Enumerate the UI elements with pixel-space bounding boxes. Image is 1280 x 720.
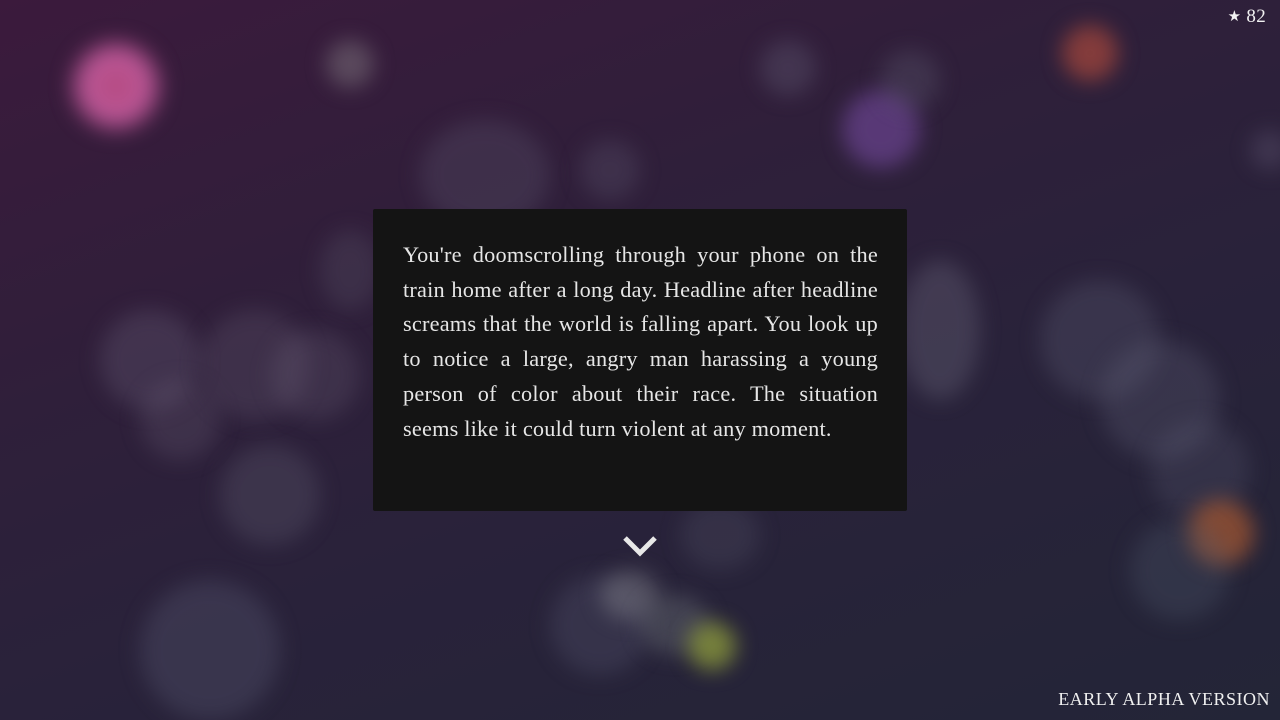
bokeh-light [140, 380, 220, 460]
bokeh-light [220, 445, 320, 545]
score-display: ★ 82 [1228, 6, 1266, 28]
bokeh-light [1100, 340, 1220, 460]
bokeh-light [900, 260, 980, 400]
bokeh-light [140, 580, 280, 720]
bokeh-light [580, 140, 640, 200]
bokeh-light [760, 40, 816, 96]
bokeh-light [842, 90, 920, 168]
continue-button[interactable] [620, 531, 660, 561]
bokeh-light [1130, 520, 1230, 620]
bokeh-light [880, 50, 940, 110]
bokeh-light [640, 595, 710, 655]
score-value: 82 [1246, 6, 1266, 27]
bokeh-light [200, 310, 310, 420]
bokeh-light [320, 230, 380, 310]
bokeh-light [1250, 130, 1280, 170]
bokeh-light [270, 330, 360, 420]
story-text: You're doomscrolling through your phone … [403, 242, 878, 441]
bokeh-light [100, 310, 200, 410]
bokeh-light [1040, 280, 1160, 400]
bokeh-light [1188, 500, 1254, 566]
bokeh-light [600, 570, 660, 620]
bokeh-light [1062, 25, 1118, 81]
chevron-down-icon [623, 536, 657, 557]
bokeh-light [688, 622, 736, 670]
version-label: EARLY ALPHA VERSION [1058, 689, 1270, 709]
star-icon: ★ [1227, 8, 1242, 25]
bokeh-light [1150, 420, 1250, 520]
bokeh-light [326, 40, 374, 88]
story-dialog: You're doomscrolling through your phone … [373, 209, 907, 511]
bokeh-light [70, 40, 162, 132]
bokeh-light [550, 575, 650, 675]
